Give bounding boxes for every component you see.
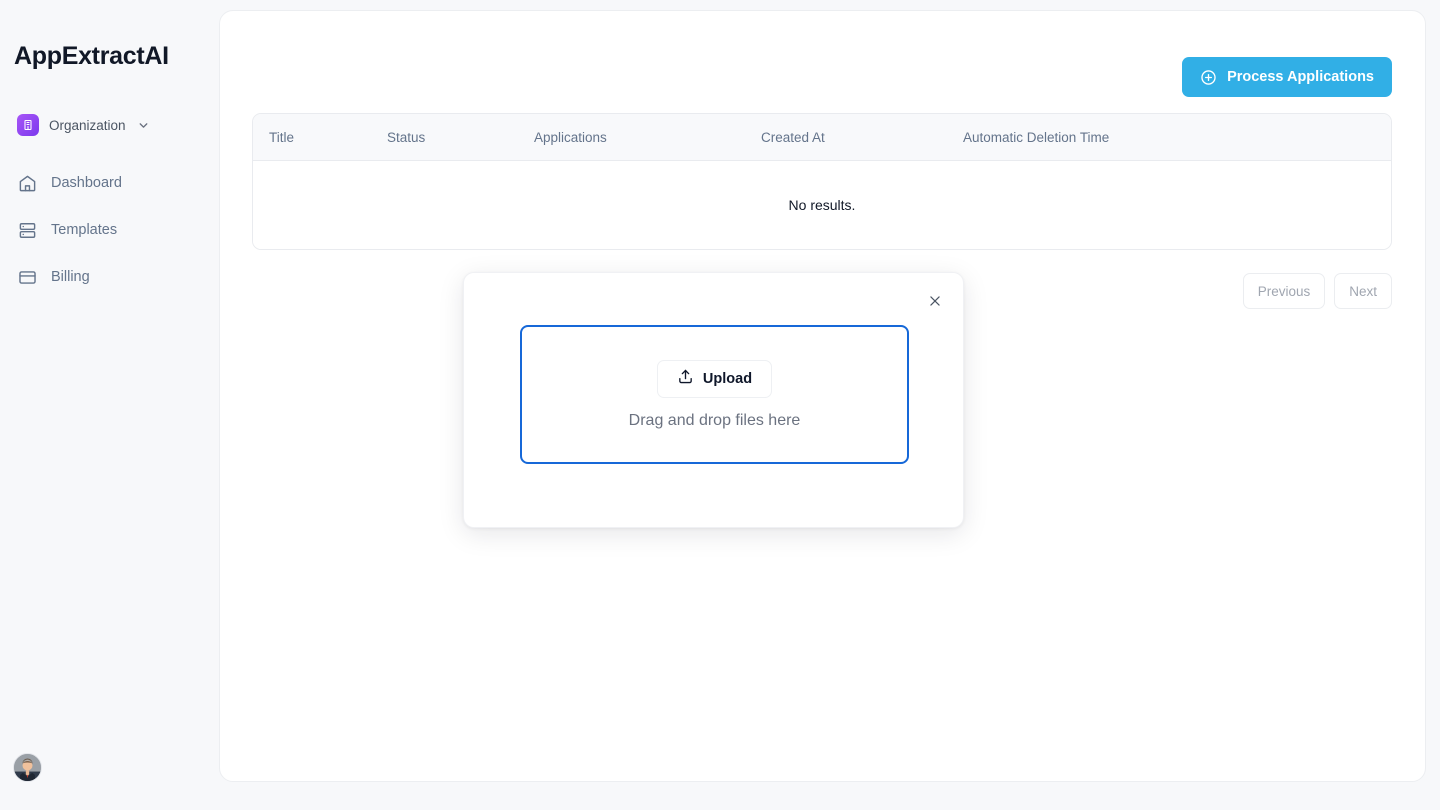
next-page-button[interactable]: Next xyxy=(1334,273,1392,309)
avatar[interactable] xyxy=(13,753,42,782)
sidebar-item-templates[interactable]: Templates xyxy=(17,215,207,245)
sidebar-item-billing[interactable]: Billing xyxy=(17,262,207,292)
process-applications-label: Process Applications xyxy=(1227,69,1374,85)
sidebar-item-dashboard[interactable]: Dashboard xyxy=(17,168,207,198)
upload-modal: Upload Drag and drop files here xyxy=(463,272,964,528)
app-root: AppExtractAI Organization Dashboard Temp… xyxy=(0,0,1440,810)
main-content: Process Applications Title Status Applic… xyxy=(219,0,1440,810)
upload-button-label: Upload xyxy=(702,370,753,387)
column-header-applications: Applications xyxy=(534,129,607,145)
file-dropzone[interactable]: Upload Drag and drop files here xyxy=(520,325,909,464)
close-icon[interactable] xyxy=(923,289,947,313)
table-body: No results. xyxy=(253,161,1391,249)
content-panel: Process Applications Title Status Applic… xyxy=(219,10,1426,782)
column-header-title: Title xyxy=(269,129,295,145)
column-header-status: Status xyxy=(387,129,426,145)
upload-button[interactable]: Upload xyxy=(656,359,773,398)
user-avatar-photo xyxy=(14,754,41,781)
organization-name: Organization xyxy=(49,117,126,133)
table-header-row: Title Status Applications Created At Aut… xyxy=(253,114,1391,161)
pagination: Previous Next xyxy=(1242,273,1392,309)
sidebar-item-label: Templates xyxy=(51,222,118,238)
column-header-created-at: Created At xyxy=(761,129,825,145)
previous-page-button[interactable]: Previous xyxy=(1242,273,1326,309)
organization-switcher[interactable]: Organization xyxy=(17,112,150,138)
home-icon xyxy=(17,173,38,194)
building-icon xyxy=(17,114,39,136)
brand-logo-text: AppExtractAI xyxy=(14,42,169,70)
column-header-automatic-deletion-time: Automatic Deletion Time xyxy=(963,129,1110,145)
sidebar-item-label: Billing xyxy=(51,269,90,285)
chevron-down-icon xyxy=(137,119,150,132)
credit-card-icon xyxy=(17,267,38,288)
applications-table: Title Status Applications Created At Aut… xyxy=(252,113,1392,250)
toolbar: Process Applications xyxy=(1182,57,1392,97)
sidebar-nav: Dashboard Templates Billing xyxy=(17,168,207,309)
server-stack-icon xyxy=(17,220,38,241)
circle-plus-icon xyxy=(1200,69,1217,86)
dropzone-hint-text: Drag and drop files here xyxy=(628,411,801,429)
process-applications-button[interactable]: Process Applications xyxy=(1182,57,1392,97)
empty-state-message: No results. xyxy=(788,197,856,213)
sidebar: AppExtractAI Organization Dashboard Temp… xyxy=(0,0,219,810)
upload-icon xyxy=(677,368,694,389)
sidebar-item-label: Dashboard xyxy=(51,175,122,191)
